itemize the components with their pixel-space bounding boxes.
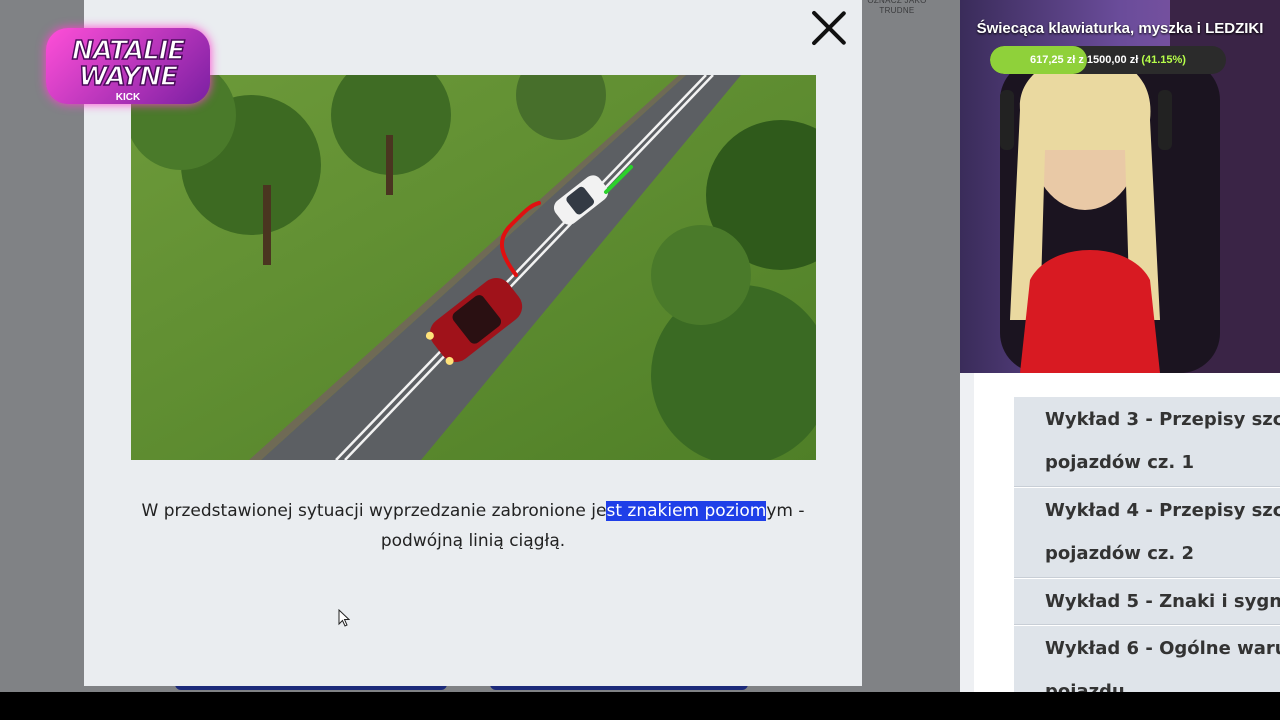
logo-platform-text: KICK bbox=[115, 92, 141, 103]
close-icon[interactable] bbox=[808, 8, 848, 48]
stream-goal-amount: 617,25 zł z 1500,00 zł bbox=[1030, 54, 1139, 66]
road-situation-image bbox=[131, 75, 816, 460]
logo-text-line2: WAYNE bbox=[78, 61, 179, 93]
stream-goal-progress-text: 617,25 zł z 1500,00 zł (41.15%) bbox=[990, 46, 1226, 74]
panel-edge bbox=[960, 373, 974, 692]
lecture-title: Wykład 4 - Przepisy szcze bbox=[1045, 500, 1280, 521]
lecture-title-continued: pojazdów cz. 2 bbox=[1045, 543, 1194, 564]
mark-difficult-label[interactable]: OZNACZ JAKO TRUDNE bbox=[862, 0, 932, 16]
stream-goal-title: Świecąca klawiaturka, myszka i LEDZIKI bbox=[976, 20, 1264, 37]
caption-text-before: W przedstawionej sytuacji wyprzedzanie z… bbox=[141, 501, 607, 521]
caption-selected-text: st znakiem poziom bbox=[606, 501, 767, 521]
lecture-list-panel: Wykład 3 - Przepisy szcze pojazdów cz. 1… bbox=[960, 373, 1280, 692]
lecture-item-4[interactable]: Wykład 4 - Przepisy szcze pojazdów cz. 2 bbox=[1014, 488, 1280, 578]
lecture-title-continued: pojazdów cz. 1 bbox=[1045, 452, 1194, 473]
mouse-cursor-icon bbox=[338, 609, 350, 627]
stream-goal-progress-bar: 617,25 zł z 1500,00 zł (41.15%) bbox=[990, 46, 1226, 74]
stream-goal-percent: (41.15%) bbox=[1141, 54, 1186, 66]
explanation-caption: W przedstawionej sytuacji wyprzedzanie z… bbox=[104, 496, 842, 556]
streamer-logo: NATALIE WAYNE KICK bbox=[40, 22, 216, 114]
lecture-title-continued: pojazdu bbox=[1045, 681, 1125, 692]
lecture-item-3[interactable]: Wykład 3 - Przepisy szcze pojazdów cz. 1 bbox=[1014, 397, 1280, 487]
webcam-feed: Świecąca klawiaturka, myszka i LEDZIKI 6… bbox=[960, 0, 1280, 373]
lecture-title: Wykład 6 - Ogólne warun bbox=[1045, 638, 1280, 659]
lecture-title: Wykład 3 - Przepisy szcze bbox=[1045, 409, 1280, 430]
lecture-item-6[interactable]: Wykład 6 - Ogólne warun pojazdu bbox=[1014, 626, 1280, 692]
lecture-item-5[interactable]: Wykład 5 - Znaki i sygnał bbox=[1014, 579, 1280, 625]
lecture-title: Wykład 5 - Znaki i sygnał bbox=[1045, 591, 1280, 612]
